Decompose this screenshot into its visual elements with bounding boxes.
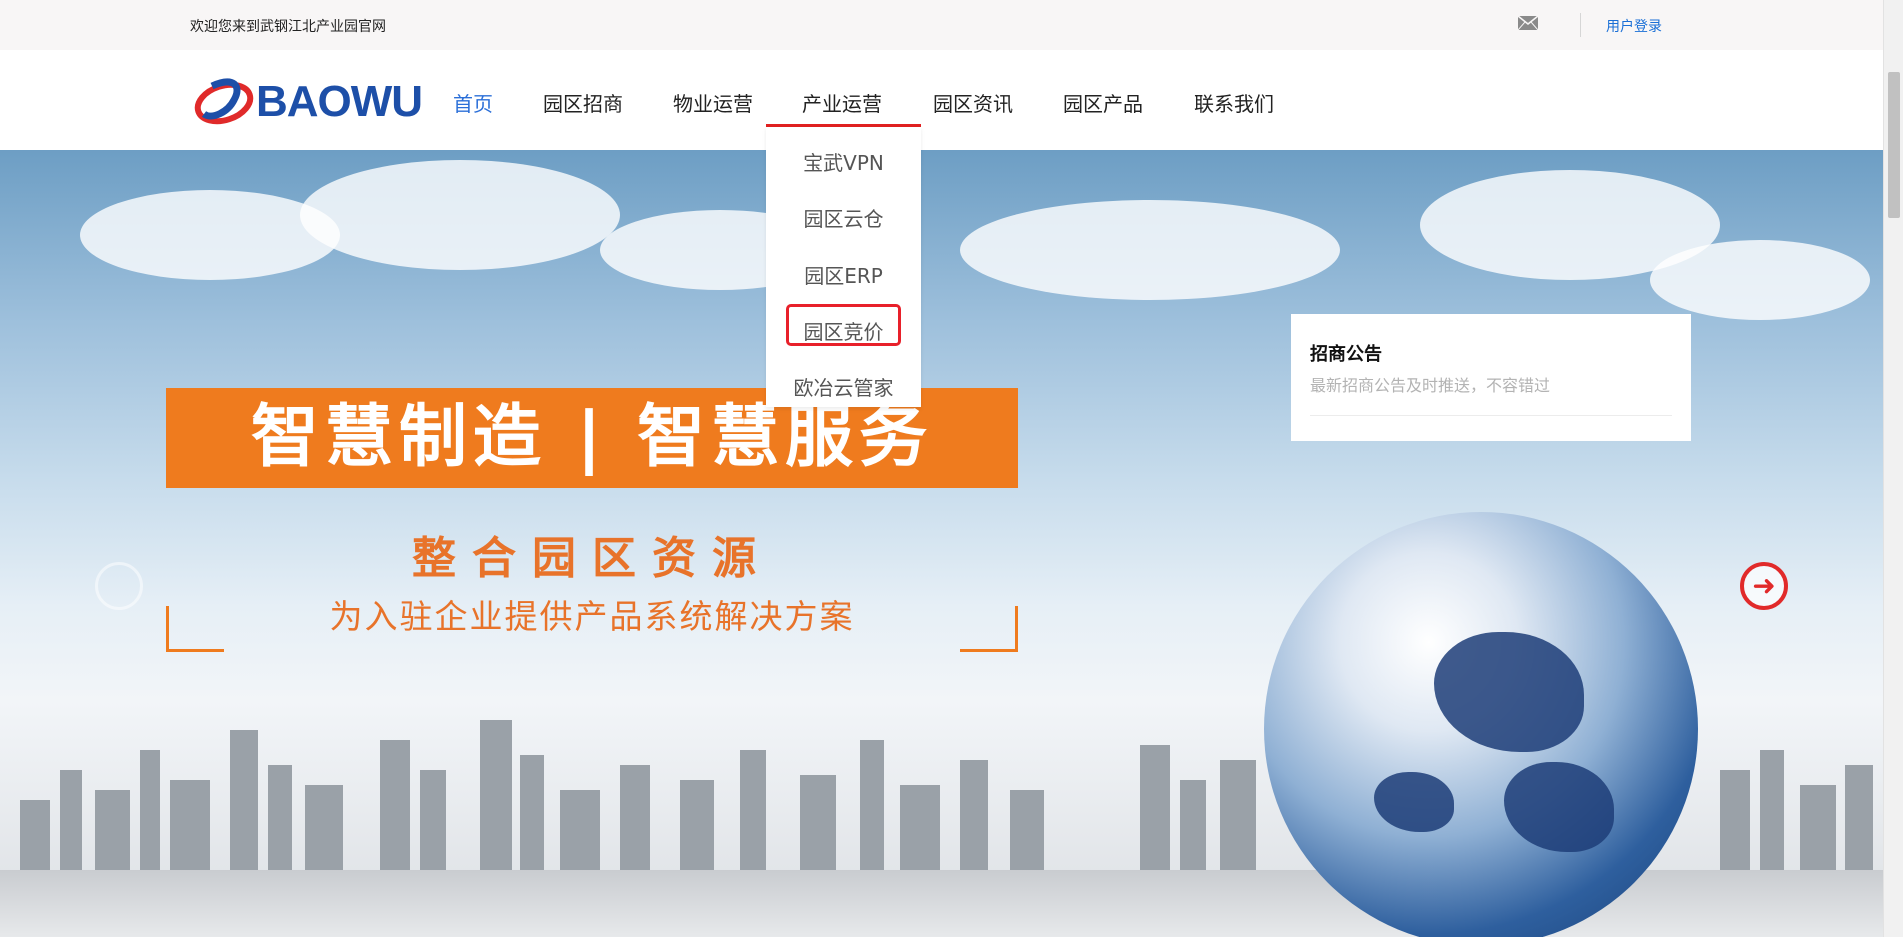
dropdown-item-ouye-cloud-butler[interactable]: 欧冶云管家 [766, 372, 921, 401]
bracket-right-decoration [960, 606, 1018, 652]
carousel-prev-button[interactable] [95, 562, 143, 610]
nav-park-products[interactable]: 园区产品 [1063, 88, 1143, 117]
mail-icon[interactable] [1518, 16, 1538, 30]
globe-landmass [1434, 632, 1584, 752]
logo-emblem-icon [194, 78, 254, 125]
globe-graphic [1264, 512, 1698, 937]
notice-divider [1310, 415, 1672, 416]
nav-park-news[interactable]: 园区资讯 [933, 88, 1013, 117]
notice-subtitle: 最新招商公告及时推送，不容错过 [1310, 376, 1551, 395]
globe-landmass [1374, 772, 1454, 832]
nav-investment[interactable]: 园区招商 [543, 88, 623, 117]
top-bar: 欢迎您来到武钢江北产业园官网 用户登录 [0, 0, 1883, 50]
banner-description: 为入驻企业提供产品系统解决方案 [329, 597, 855, 636]
bracket-left-decoration [166, 606, 224, 652]
dropdown-item-park-erp[interactable]: 园区ERP [766, 260, 921, 289]
page-scrollbar[interactable] [1883, 0, 1903, 937]
globe-landmass [1504, 762, 1614, 852]
notice-title: 招商公告 [1310, 344, 1382, 365]
slogan-text: 智慧制造 | 智慧服务 [250, 398, 934, 477]
cloud-shape [80, 190, 340, 280]
cloud-shape [300, 160, 620, 270]
nav-industry-operation[interactable]: 产业运营 [802, 88, 882, 117]
user-login-link[interactable]: 用户登录 [1606, 16, 1662, 36]
cloud-shape [1650, 240, 1870, 320]
baowu-logo[interactable]: BAOWU [194, 76, 424, 128]
nav-property-operation[interactable]: 物业运营 [673, 88, 753, 117]
dropdown-item-park-cloud-warehouse[interactable]: 园区云仓 [766, 203, 921, 232]
header: BAOWU 首页 园区招商 物业运营 产业运营 园区资讯 园区产品 联系我们 [0, 50, 1883, 150]
industry-operation-dropdown: 宝武VPN 园区云仓 园区ERP 园区竞价 欧冶云管家 [766, 127, 921, 407]
notice-card[interactable]: 招商公告 最新招商公告及时推送，不容错过 [1291, 314, 1691, 441]
banner-subtitle: 整合园区资源 [412, 533, 772, 584]
topbar-divider [1580, 13, 1581, 37]
arrow-right-icon: ➜ [1752, 569, 1776, 602]
nav-home[interactable]: 首页 [453, 88, 493, 117]
dropdown-item-baowu-vpn[interactable]: 宝武VPN [766, 147, 921, 176]
scrollbar-thumb[interactable] [1888, 72, 1900, 218]
logo-wordmark: BAOWU [256, 77, 423, 126]
welcome-text: 欢迎您来到武钢江北产业园官网 [190, 19, 386, 35]
hero-banner: 智慧制造 | 智慧服务 整合园区资源 为入驻企业提供产品系统解决方案 ➜ [0, 150, 1883, 937]
carousel-next-button[interactable]: ➜ [1740, 562, 1788, 610]
cloud-shape [960, 200, 1340, 300]
dropdown-item-park-bidding[interactable]: 园区竞价 [766, 316, 921, 345]
nav-contact-us[interactable]: 联系我们 [1194, 88, 1274, 117]
